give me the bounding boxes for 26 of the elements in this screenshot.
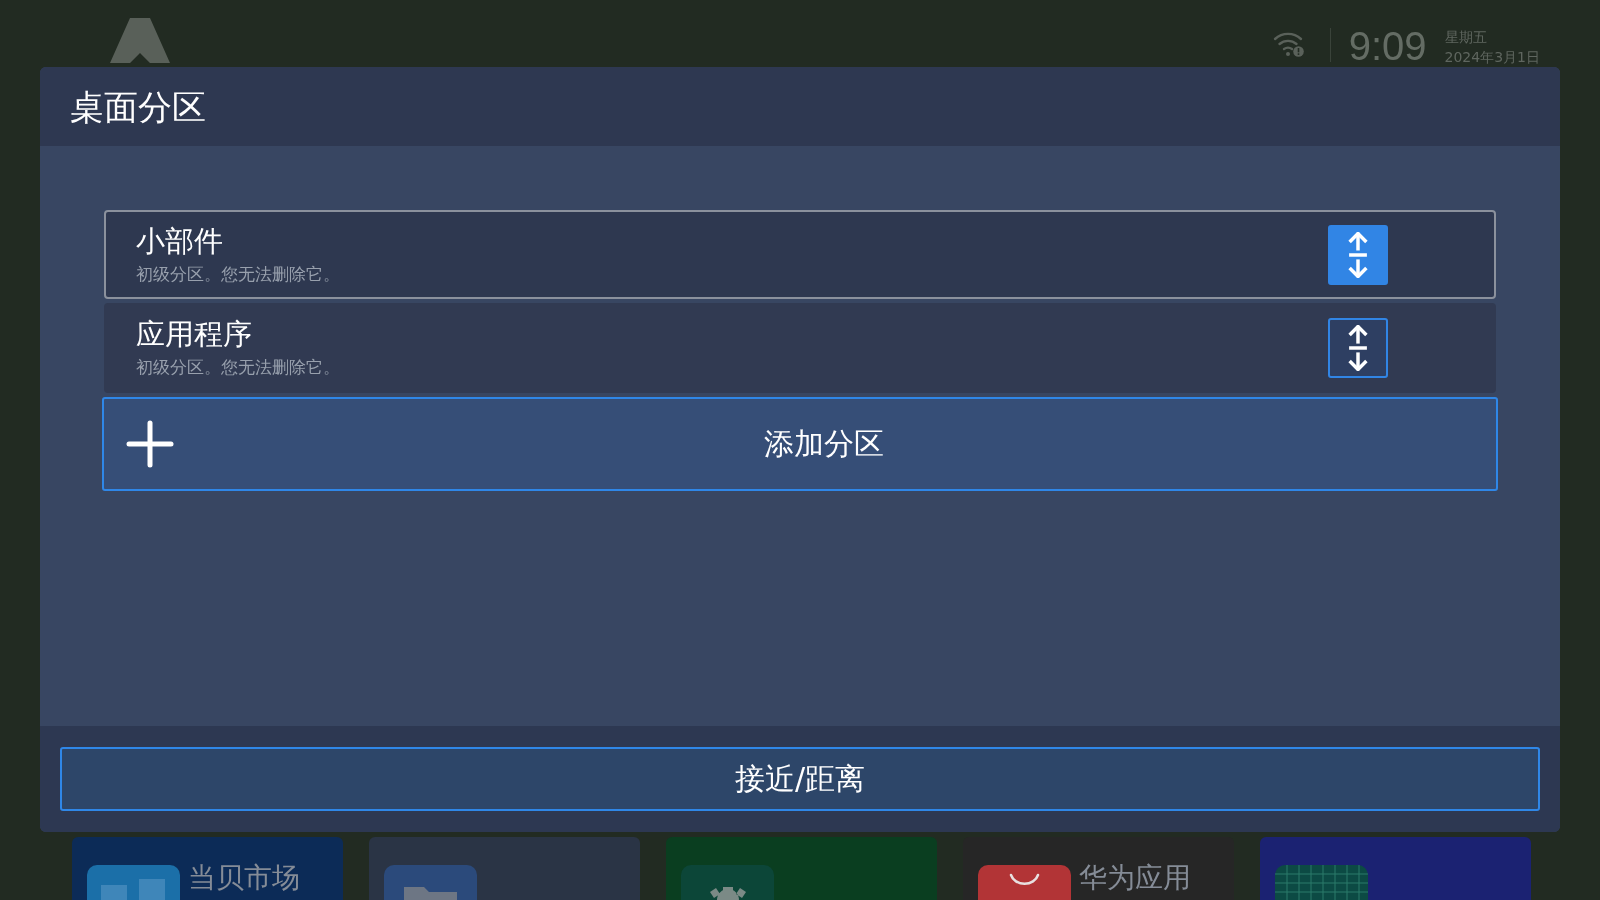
app-tile[interactable]: 华为应用 [963, 837, 1234, 900]
tile-label: 当贝市场 [188, 864, 300, 892]
section-item[interactable]: 应用程序 初级分区。您无法删除它。 [104, 303, 1496, 393]
reorder-button[interactable] [1328, 318, 1388, 378]
proximity-button[interactable]: 接近/距离 [60, 747, 1540, 811]
gear-icon [681, 865, 774, 900]
section-title: 应用程序 [136, 317, 253, 353]
tile-label: 华为应用 [1079, 864, 1191, 892]
section-subtitle: 初级分区。您无法删除它。 [136, 263, 340, 286]
dialog-title: 桌面分区 [70, 89, 206, 124]
grid-icon [1275, 865, 1368, 900]
logo-icon [110, 18, 170, 63]
section-title: 小部件 [136, 223, 224, 259]
app-logo-icon [87, 865, 180, 900]
app-tile[interactable] [666, 837, 937, 900]
app-tile[interactable] [1260, 837, 1531, 900]
section-item[interactable]: 小部件 初级分区。您无法删除它。 [104, 210, 1496, 299]
add-partition-button[interactable]: 添加分区 [102, 397, 1498, 491]
clock-time: 9:09 [1348, 26, 1427, 66]
bag-icon [978, 865, 1071, 900]
app-tile[interactable]: 当贝市场 [72, 837, 343, 900]
plus-icon [126, 420, 174, 468]
app-tile[interactable] [369, 837, 640, 900]
wifi-warning-icon [1272, 30, 1304, 57]
section-subtitle: 初级分区。您无法删除它。 [136, 357, 340, 379]
folder-icon [384, 865, 477, 900]
